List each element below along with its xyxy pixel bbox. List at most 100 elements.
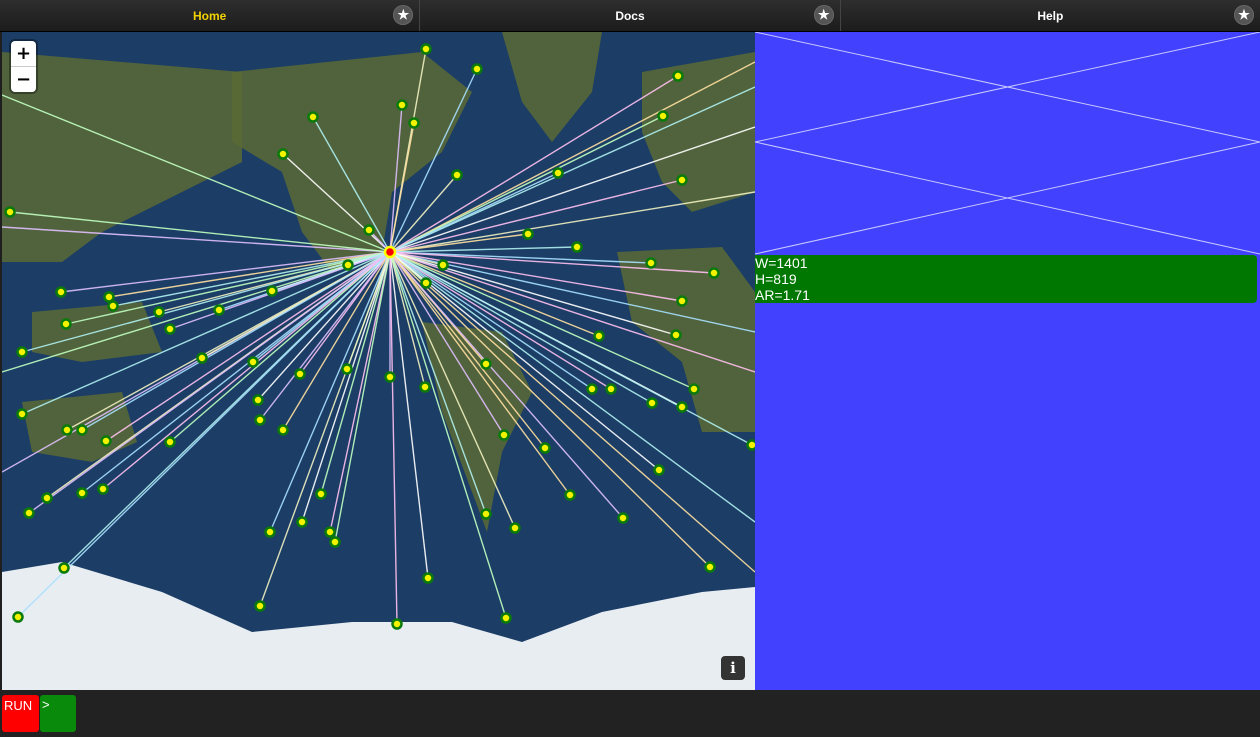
location-marker[interactable]: [746, 439, 756, 451]
location-marker[interactable]: [672, 70, 684, 82]
location-marker[interactable]: [266, 285, 278, 297]
height-readout: H=819: [755, 271, 797, 287]
location-marker[interactable]: [363, 224, 375, 236]
location-marker[interactable]: [16, 408, 28, 420]
location-marker[interactable]: [657, 110, 669, 122]
tab-help[interactable]: Help ★: [841, 0, 1260, 31]
tab-docs-label: Docs: [615, 8, 645, 23]
location-marker[interactable]: [646, 397, 658, 409]
location-marker[interactable]: [315, 488, 327, 500]
location-marker[interactable]: [329, 536, 341, 548]
location-marker[interactable]: [420, 43, 432, 55]
location-marker[interactable]: [41, 492, 53, 504]
location-marker[interactable]: [12, 611, 24, 623]
tab-help-label: Help: [1037, 8, 1064, 23]
location-marker[interactable]: [23, 507, 35, 519]
location-marker[interactable]: [213, 304, 225, 316]
location-marker[interactable]: [586, 383, 598, 395]
location-marker[interactable]: [509, 522, 521, 534]
location-marker[interactable]: [653, 464, 665, 476]
tab-bar: Home ★ Docs ★ Help ★: [0, 0, 1260, 32]
star-icon[interactable]: ★: [813, 5, 834, 25]
location-marker[interactable]: [451, 169, 463, 181]
location-marker[interactable]: [384, 371, 396, 383]
zoom-out-button[interactable]: −: [11, 67, 36, 92]
tab-home[interactable]: Home ★: [0, 0, 421, 31]
location-marker[interactable]: [100, 435, 112, 447]
location-marker[interactable]: [396, 99, 408, 111]
run-button-label: RUN: [4, 698, 33, 713]
location-marker[interactable]: [645, 257, 657, 269]
tab-home-label: Home: [192, 8, 227, 23]
location-marker[interactable]: [16, 346, 28, 358]
location-marker[interactable]: [498, 429, 510, 441]
location-marker[interactable]: [676, 295, 688, 307]
star-icon[interactable]: ★: [393, 5, 414, 25]
location-marker[interactable]: [480, 358, 492, 370]
prompt-button[interactable]: >: [40, 695, 76, 732]
location-marker[interactable]: [254, 414, 266, 426]
location-marker[interactable]: [254, 600, 266, 612]
location-marker[interactable]: [296, 516, 308, 528]
info-button[interactable]: i: [721, 656, 745, 680]
location-marker[interactable]: [58, 562, 70, 574]
location-marker[interactable]: [704, 561, 716, 573]
location-marker[interactable]: [153, 306, 165, 318]
location-marker[interactable]: [76, 487, 88, 499]
location-marker[interactable]: [164, 436, 176, 448]
location-marker[interactable]: [342, 259, 354, 271]
location-marker[interactable]: [60, 318, 72, 330]
location-marker[interactable]: [676, 401, 688, 413]
location-marker[interactable]: [103, 291, 115, 303]
location-marker[interactable]: [676, 174, 688, 186]
location-marker[interactable]: [324, 526, 336, 538]
zoom-in-button[interactable]: +: [11, 41, 36, 67]
location-marker[interactable]: [688, 383, 700, 395]
location-marker[interactable]: [76, 424, 88, 436]
location-marker[interactable]: [617, 512, 629, 524]
location-marker[interactable]: [552, 167, 564, 179]
location-marker[interactable]: [107, 300, 119, 312]
location-marker[interactable]: [593, 330, 605, 342]
location-marker[interactable]: [55, 286, 67, 298]
location-marker[interactable]: [670, 329, 682, 341]
location-marker[interactable]: [341, 363, 353, 375]
command-bar: RUN >: [0, 690, 1260, 737]
location-marker[interactable]: [4, 206, 16, 218]
location-marker[interactable]: [277, 424, 289, 436]
location-marker[interactable]: [61, 424, 73, 436]
location-marker[interactable]: [294, 368, 306, 380]
aspect-ratio-readout: AR=1.71: [755, 287, 810, 303]
location-marker[interactable]: [500, 612, 512, 624]
location-marker[interactable]: [391, 618, 403, 630]
location-marker[interactable]: [307, 111, 319, 123]
location-marker[interactable]: [408, 117, 420, 129]
map-canvas[interactable]: [2, 32, 755, 690]
location-marker[interactable]: [247, 356, 259, 368]
location-marker[interactable]: [164, 323, 176, 335]
location-marker[interactable]: [420, 277, 432, 289]
tab-docs[interactable]: Docs ★: [420, 0, 841, 31]
location-marker[interactable]: [422, 572, 434, 584]
location-marker[interactable]: [196, 352, 208, 364]
location-marker[interactable]: [264, 526, 276, 538]
canvas-pane: W=1401 H=819 AR=1.71: [755, 32, 1260, 690]
run-button[interactable]: RUN: [2, 695, 39, 732]
location-marker[interactable]: [522, 228, 534, 240]
location-marker[interactable]: [419, 381, 431, 393]
location-marker[interactable]: [277, 148, 289, 160]
location-marker[interactable]: [437, 259, 449, 271]
location-marker[interactable]: [539, 442, 551, 454]
location-marker[interactable]: [471, 63, 483, 75]
world-map[interactable]: + − i: [2, 32, 755, 690]
star-icon[interactable]: ★: [1233, 5, 1254, 25]
location-marker[interactable]: [708, 267, 720, 279]
location-marker[interactable]: [571, 241, 583, 253]
location-marker[interactable]: [564, 489, 576, 501]
dimension-readout: W=1401 H=819 AR=1.71: [755, 255, 1257, 303]
origin-marker[interactable]: [383, 245, 397, 259]
location-marker[interactable]: [97, 483, 109, 495]
location-marker[interactable]: [252, 394, 264, 406]
location-marker[interactable]: [605, 383, 617, 395]
location-marker[interactable]: [480, 508, 492, 520]
